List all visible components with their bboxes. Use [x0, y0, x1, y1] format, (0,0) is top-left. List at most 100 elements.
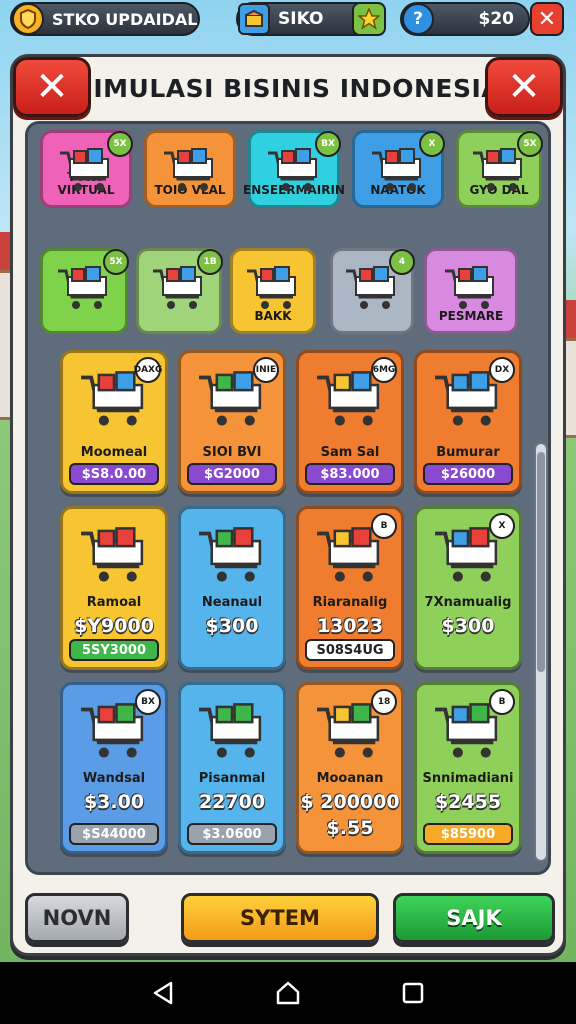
item-badge: DX — [489, 357, 515, 383]
category-tile[interactable]: TOKO VIRTUAL5X — [40, 130, 133, 208]
shopping-cart-icon — [76, 523, 152, 587]
shop-item-card[interactable]: DX Bumurar $26000 — [414, 350, 522, 494]
close-icon: ✕ — [35, 64, 69, 110]
store-status-label: STKO UPDAIDAL — [52, 9, 198, 29]
business-panel: SIMULASI BISINIS INDONESIA ✕ ✕ TOKO VIRT… — [10, 54, 566, 956]
shop-item-card[interactable]: INIE SIOI BVI $G2000 — [178, 350, 286, 494]
item-price: 13023 — [316, 615, 384, 637]
category-tile[interactable]: BAKK — [230, 248, 316, 334]
question-icon: ? — [402, 3, 434, 35]
box-icon — [238, 3, 270, 35]
category-tile[interactable]: 5X — [40, 248, 129, 334]
shop-item-card[interactable]: BX Wandsal $3.00 $S44000 — [60, 682, 168, 854]
category-tile[interactable]: 1B — [136, 248, 223, 334]
category-tile[interactable]: PESMARE — [424, 248, 518, 334]
shop-item-card[interactable]: B Riaranalig 13023 S08S4UG — [296, 506, 404, 670]
item-buy-button[interactable]: $83.000 — [305, 463, 395, 485]
close-icon[interactable]: ✕ — [530, 2, 564, 36]
close-icon: ✕ — [507, 64, 541, 110]
shield-icon — [12, 3, 44, 35]
shopping-basket-icon — [243, 263, 303, 313]
shopping-basket-icon — [160, 145, 220, 195]
item-name: SIOI BVI — [202, 445, 262, 460]
item-name: Moomeal — [80, 445, 148, 460]
item-name: Mooanan — [316, 771, 384, 786]
item-badge: BX — [135, 689, 161, 715]
scrollbar[interactable] — [534, 442, 548, 862]
shop-item-card[interactable]: 18 Mooanan $ 200000 $.55 — [296, 682, 404, 854]
shop-item-card[interactable]: X 7Xnamualig $300 — [414, 506, 522, 670]
novn-button[interactable]: NOVN — [25, 893, 129, 943]
shop-item-card[interactable]: Ramoal $Y9000 5SY3000 — [60, 506, 168, 670]
item-badge: DAXG — [134, 357, 162, 383]
shopping-cart-icon — [194, 699, 270, 763]
shop-grid: TOKO VIRTUAL5X TOIO VLAL ENSEERMAIRINBX … — [25, 121, 551, 875]
category-badge: 5X — [107, 131, 133, 157]
item-buy-button[interactable]: S08S4UG — [305, 639, 395, 661]
shop-item-card[interactable]: Neanaul $300 — [178, 506, 286, 670]
item-price: $2455 — [434, 791, 502, 813]
star-icon[interactable] — [352, 2, 386, 36]
item-buy-button[interactable]: $26000 — [423, 463, 513, 485]
category-tile[interactable]: 4 — [330, 248, 415, 334]
panel-title-bar: SIMULASI BISINIS INDONESIA — [13, 57, 563, 119]
item-buy-button[interactable]: $85900 — [423, 823, 513, 845]
category-badge: 4 — [389, 249, 415, 275]
scrollbar-thumb[interactable] — [537, 452, 545, 672]
item-badge: X — [489, 513, 515, 539]
money-pill[interactable]: ? $20 — [400, 2, 530, 36]
item-price: $3.00 — [83, 791, 145, 813]
item-name: Neanaul — [201, 595, 263, 610]
sajk-button[interactable]: SAJK — [393, 893, 555, 943]
item-buy-button[interactable]: 5SY3000 — [69, 639, 159, 661]
item-name: Snnimadiani — [422, 771, 514, 786]
android-nav-bar — [0, 962, 576, 1024]
category-badge: 5X — [517, 131, 543, 157]
shopping-basket-icon — [264, 145, 324, 195]
item-badge: B — [489, 689, 515, 715]
item-name: Ramoal — [86, 595, 142, 610]
category-tile[interactable]: TOIO VLAL — [144, 130, 236, 208]
shop-item-card[interactable]: Pisanmal 22700 $3.0600 — [178, 682, 286, 854]
close-left-button[interactable]: ✕ — [13, 57, 91, 117]
shop-item-card[interactable]: B Snnimadiani $2455 $85900 — [414, 682, 522, 854]
category-tile[interactable]: NAATOK X — [352, 130, 445, 208]
item-name: Wandsal — [82, 771, 146, 786]
item-badge: 6MG — [371, 357, 397, 383]
shop-label: SIKO — [278, 9, 324, 29]
shopping-basket-icon — [368, 145, 428, 195]
sytem-button[interactable]: SYTEM — [181, 893, 379, 943]
money-label: $20 — [478, 9, 515, 29]
item-buy-button[interactable]: $G2000 — [187, 463, 277, 485]
home-icon[interactable] — [273, 978, 303, 1008]
item-buy-button[interactable]: $S8.0.00 — [69, 463, 159, 485]
item-buy-button[interactable]: $.55 — [299, 817, 401, 839]
item-name: Bumurar — [436, 445, 500, 460]
category-tile[interactable]: ENSEERMAIRIN BX — [243, 130, 345, 208]
item-name: Riaranalig — [312, 595, 388, 610]
category-badge: BX — [315, 131, 341, 157]
shop-item-card[interactable]: DAXG Moomeal $S8.0.00 — [60, 350, 168, 494]
shopping-basket-icon — [56, 145, 116, 195]
panel-title: SIMULASI BISINIS INDONESIA — [74, 73, 502, 103]
item-badge: 18 — [371, 689, 397, 715]
item-buy-button[interactable]: $3.0600 — [187, 823, 277, 845]
back-triangle-icon[interactable] — [148, 978, 178, 1008]
close-right-button[interactable]: ✕ — [485, 57, 563, 117]
item-price: $300 — [205, 615, 259, 637]
recents-square-icon[interactable] — [398, 978, 428, 1008]
category-badge: X — [419, 131, 445, 157]
top-hud: STKO UPDAIDAL SIKO ? $20 ✕ — [0, 0, 576, 40]
store-status-pill[interactable]: STKO UPDAIDAL — [10, 2, 200, 36]
item-badge: INIE — [253, 357, 279, 383]
shopping-basket-icon — [54, 263, 114, 313]
category-badge: 5X — [103, 249, 129, 275]
category-badge: 1B — [197, 249, 223, 275]
item-name: 7Xnamualig — [424, 595, 512, 610]
item-price: $300 — [441, 615, 495, 637]
item-price: $ 200000 — [300, 791, 400, 813]
item-buy-button[interactable]: $S44000 — [69, 823, 159, 845]
category-tile[interactable]: GYO DAL 5X — [456, 130, 543, 208]
item-badge: B — [371, 513, 397, 539]
shop-item-card[interactable]: 6MG Sam Sal $83.000 — [296, 350, 404, 494]
